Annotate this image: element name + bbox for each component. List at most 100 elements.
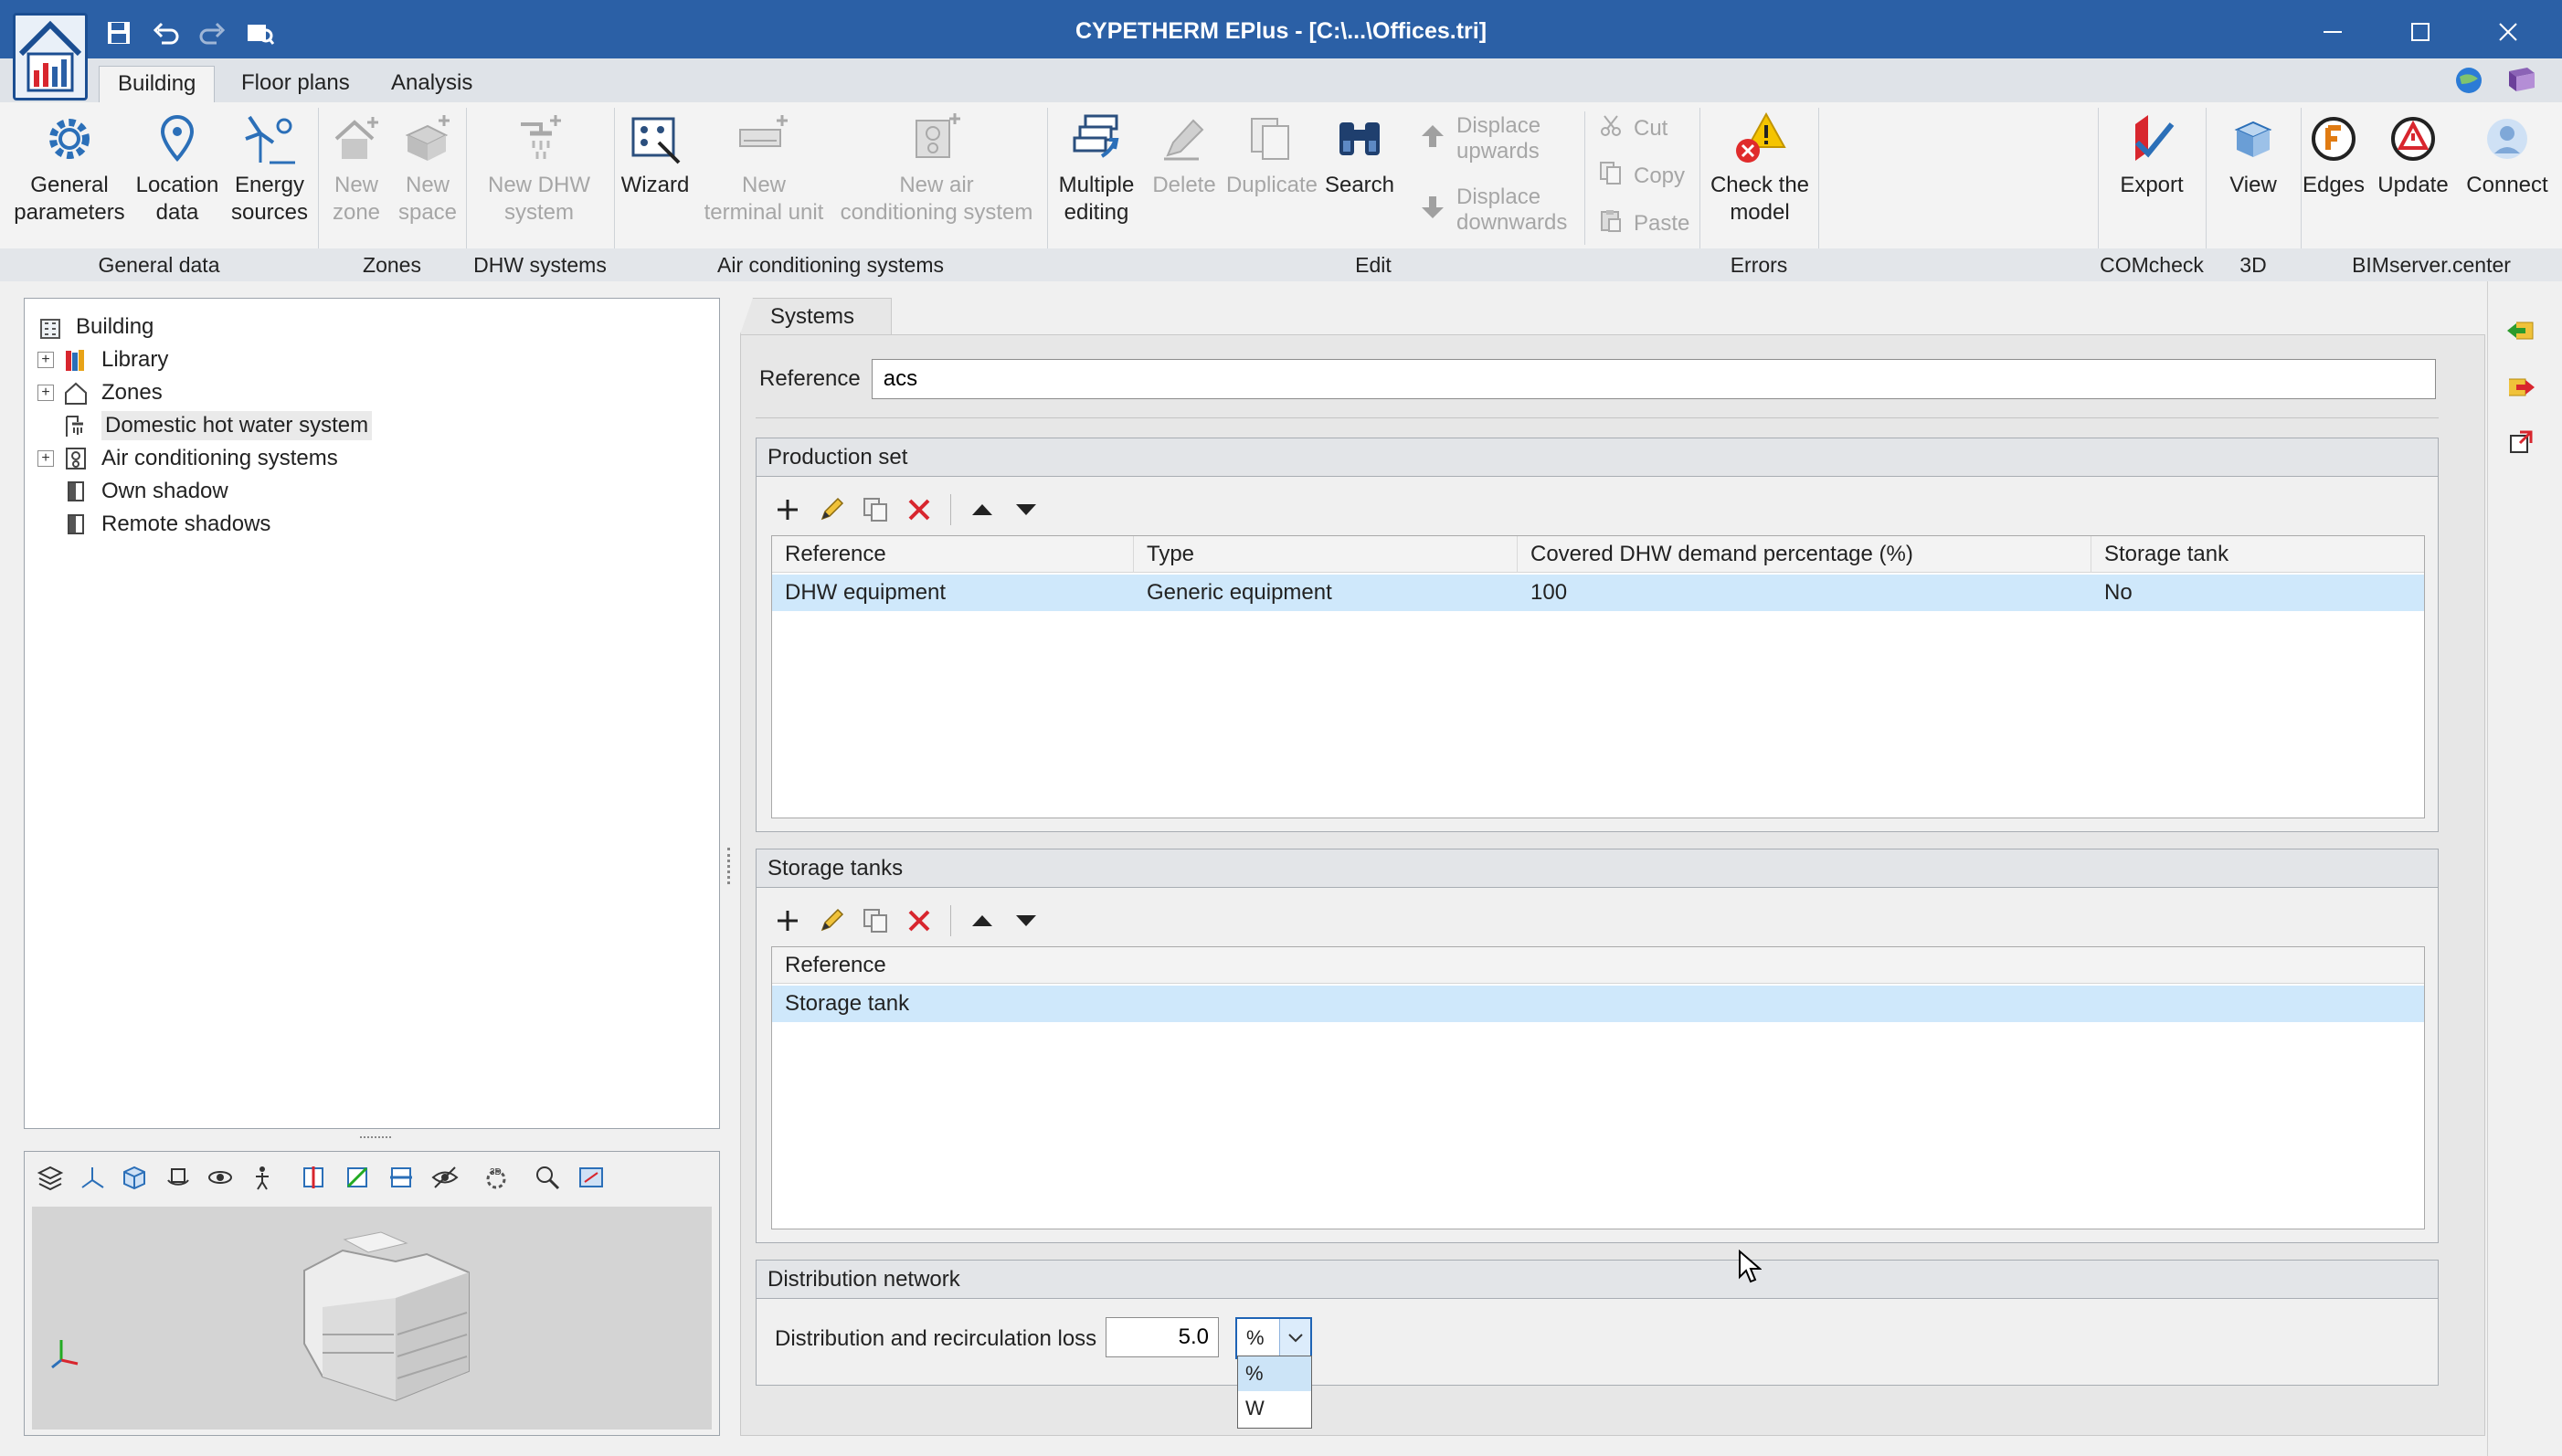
edges-button[interactable]: Edges	[2303, 106, 2365, 199]
column-header[interactable]: Storage tank	[2091, 536, 2424, 573]
move-up-icon[interactable]	[966, 904, 999, 937]
add-icon[interactable]	[771, 493, 804, 526]
zoom-icon[interactable]	[532, 1162, 563, 1193]
wizard-button[interactable]: Wizard	[618, 106, 693, 199]
rotate-view-icon[interactable]	[163, 1162, 194, 1193]
add-icon[interactable]	[771, 904, 804, 937]
layers-icon[interactable]	[35, 1162, 66, 1193]
loss-value-input[interactable]	[1106, 1317, 1219, 1357]
open-external-icon[interactable]	[2503, 424, 2539, 460]
displace-upwards-button[interactable]: Displace upwards	[1420, 113, 1540, 164]
production-set-section: Production set Reference Type Covered DH…	[756, 438, 2439, 832]
delete-button[interactable]: Delete	[1146, 106, 1223, 199]
delete-x-icon[interactable]	[903, 904, 936, 937]
tree-item-library[interactable]: + Library	[37, 344, 168, 375]
book-icon[interactable]	[2504, 64, 2540, 97]
tree-item-zones[interactable]: + Zones	[37, 377, 163, 408]
binoculars-icon	[1328, 106, 1392, 172]
window-title: CYPETHERM EPlus - [C:\...\Offices.tri]	[1075, 18, 1487, 44]
reference-input[interactable]	[871, 359, 2436, 399]
3d-settings-icon[interactable]: 3D	[481, 1162, 512, 1193]
general-parameters-button[interactable]: General parameters	[13, 106, 126, 227]
tree-root-building[interactable]: Building	[37, 311, 154, 343]
new-terminal-unit-button[interactable]: New terminal unit	[696, 106, 831, 227]
connect-button[interactable]: Connect	[2458, 106, 2557, 199]
cube-icon[interactable]	[119, 1162, 150, 1193]
search-button[interactable]: Search	[1321, 106, 1398, 199]
expand-icon[interactable]: +	[37, 385, 54, 401]
section-green-icon[interactable]	[342, 1162, 373, 1193]
new-space-button[interactable]: New space	[393, 106, 462, 227]
house-plus-icon	[324, 106, 388, 172]
export-check-icon	[2120, 106, 2184, 172]
update-button[interactable]: Update	[2372, 106, 2454, 199]
edit-pencil-icon[interactable]	[815, 493, 848, 526]
tree-item-own-shadow[interactable]: Own shadow	[37, 476, 228, 507]
column-header[interactable]: Covered DHW demand percentage (%)	[1518, 536, 2091, 573]
view-3d-button[interactable]: View	[2209, 106, 2297, 199]
delete-x-icon[interactable]	[903, 493, 936, 526]
expand-icon[interactable]: +	[37, 450, 54, 467]
import-arrow-icon[interactable]	[2503, 312, 2539, 349]
displace-downwards-button[interactable]: Displace downwards	[1420, 185, 1567, 236]
cut-button[interactable]: Cut	[1599, 113, 1667, 143]
group-label-3d: 3D	[2206, 248, 2301, 281]
new-air-conditioning-system-button[interactable]: New air conditioning system	[835, 106, 1038, 227]
tree-item-dhw-system[interactable]: Domestic hot water system	[37, 410, 373, 441]
export-arrow-icon[interactable]	[2503, 369, 2539, 406]
copy-icon[interactable]	[859, 493, 892, 526]
export-button[interactable]: Export	[2101, 106, 2202, 199]
copy-button[interactable]: Copy	[1599, 161, 1685, 191]
splitter-grip[interactable]	[727, 848, 731, 884]
unit-option-watt[interactable]: W	[1238, 1391, 1311, 1426]
energy-sources-button[interactable]: Energy sources	[228, 106, 311, 227]
ribbon: General parameters Location data Energy …	[0, 102, 2562, 281]
maximize-button[interactable]	[2388, 9, 2452, 55]
paste-button[interactable]: Paste	[1599, 208, 1689, 238]
app-logo[interactable]	[13, 13, 88, 100]
help-globe-icon[interactable]	[2452, 64, 2485, 97]
tab-systems[interactable]: Systems	[740, 298, 893, 334]
move-down-icon[interactable]	[1010, 904, 1043, 937]
table-header: Reference Type Covered DHW demand percen…	[772, 536, 2424, 573]
section-red-icon[interactable]	[298, 1162, 329, 1193]
check-model-button[interactable]: Check the model	[1703, 106, 1816, 227]
column-header[interactable]: Type	[1134, 536, 1518, 573]
edit-pencil-icon[interactable]	[815, 904, 848, 937]
tree-item-remote-shadows[interactable]: Remote shadows	[37, 509, 270, 540]
move-down-icon[interactable]	[1010, 493, 1043, 526]
new-zone-button[interactable]: New zone	[322, 106, 391, 227]
house-icon	[63, 380, 89, 406]
tab-analysis[interactable]: Analysis	[373, 66, 491, 102]
axis-icon[interactable]	[77, 1162, 108, 1193]
hide-eye-icon[interactable]	[429, 1162, 461, 1193]
minimize-button[interactable]	[2301, 9, 2365, 55]
section-blue-icon[interactable]	[386, 1162, 417, 1193]
move-up-icon[interactable]	[966, 493, 999, 526]
tab-floor-plans[interactable]: Floor plans	[223, 66, 368, 102]
close-button[interactable]	[2476, 9, 2540, 55]
orbit-icon[interactable]	[205, 1162, 236, 1193]
column-header[interactable]: Reference	[772, 947, 2424, 984]
unit-option-percent[interactable]: %	[1238, 1356, 1311, 1391]
panel-resize-grip[interactable]	[360, 1136, 391, 1142]
expand-icon[interactable]: +	[37, 352, 54, 368]
model-3d-viewport[interactable]	[32, 1207, 712, 1430]
table-row[interactable]: DHW equipment Generic equipment 100 No	[772, 575, 2424, 611]
zoom-extents-icon[interactable]	[576, 1162, 607, 1193]
tree-item-air-conditioning-systems[interactable]: + Air conditioning systems	[37, 443, 338, 474]
storage-tanks-table: Reference Storage tank	[771, 946, 2425, 1229]
tab-building[interactable]: Building	[99, 66, 216, 102]
location-data-button[interactable]: Location data	[132, 106, 223, 227]
table-row[interactable]: Storage tank	[772, 986, 2424, 1022]
chevron-down-icon[interactable]	[1279, 1319, 1310, 1357]
axes-icon	[51, 1340, 79, 1369]
column-header[interactable]: Reference	[772, 536, 1134, 573]
copy-icon[interactable]	[859, 904, 892, 937]
walk-icon[interactable]	[247, 1162, 278, 1193]
group-label-dhw-systems: DHW systems	[466, 248, 614, 281]
unit-select[interactable]: %	[1235, 1317, 1312, 1359]
new-dhw-system-button[interactable]: New DHW system	[471, 106, 607, 227]
multiple-editing-button[interactable]: Multiple editing	[1051, 106, 1142, 227]
duplicate-button[interactable]: Duplicate	[1226, 106, 1318, 199]
